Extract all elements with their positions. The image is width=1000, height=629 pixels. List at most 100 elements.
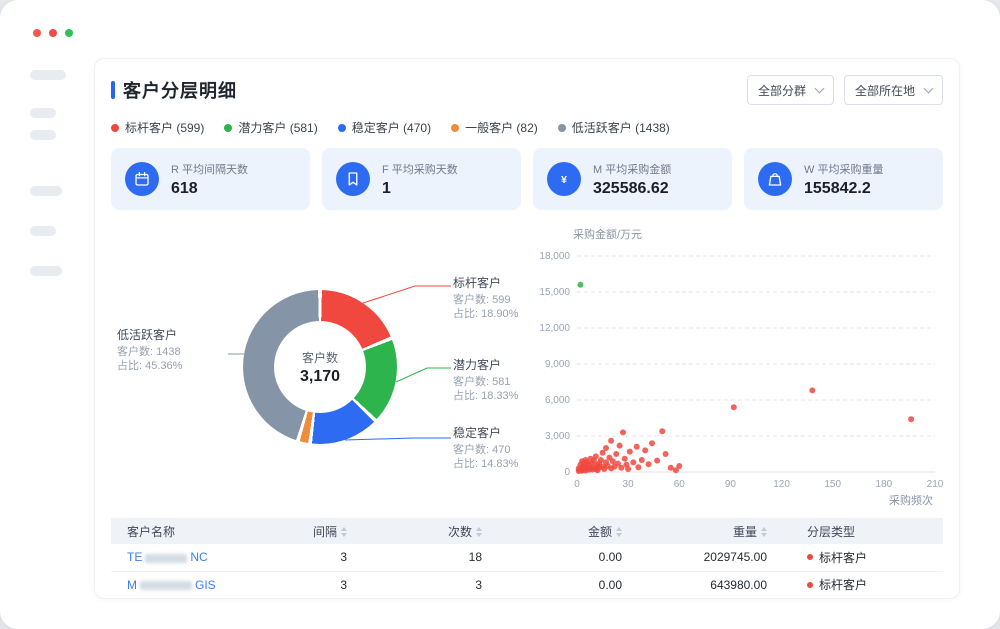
close-window-icon[interactable]: [33, 29, 41, 37]
callout-ratio: 占比: 18.90%: [453, 308, 518, 322]
callout-title: 标杆客户: [453, 274, 518, 291]
scatter-chart: 采购金额/万元 03,0006,0009,00012,00015,00018,0…: [547, 224, 959, 512]
donut-center-value: 3,170: [300, 368, 340, 386]
svg-text:¥: ¥: [561, 174, 567, 186]
kpi-value: 325586.62: [593, 180, 671, 198]
svg-text:90: 90: [725, 479, 737, 490]
customer-table: 客户名称 间隔 次数 金额 重量 分层类型: [111, 518, 943, 599]
column-header-name: 客户名称: [111, 518, 251, 544]
sidebar-skeleton-bar: [30, 130, 56, 140]
charts-section: 客户数 3,170 标杆客户 客户数: 599 占比: 18.90% 潜力客户 …: [95, 224, 959, 512]
app-window: 客户分层明细 全部分群 全部所在地 标杆客户 (599) 潜力客户 (: [0, 0, 1000, 629]
legend-label: 潜力客户 (581): [238, 119, 317, 136]
cell-type: 标杆客户: [791, 544, 943, 571]
svg-text:6,000: 6,000: [545, 395, 570, 406]
page-title: 客户分层明细: [123, 77, 237, 103]
legend-label: 稳定客户 (470): [352, 119, 431, 136]
money-icon: ¥: [547, 162, 581, 196]
legend-item-wending[interactable]: 稳定客户 (470): [338, 119, 431, 136]
sort-icon[interactable]: [476, 527, 482, 537]
kpi-card-weight: W 平均采购重量 155842.2: [744, 148, 943, 210]
table-row[interactable]: TENC 3 18 0.00 2029745.00 标杆客户: [111, 544, 943, 571]
legend-dot-icon: [451, 124, 459, 132]
callout-dihuoyue: 低活跃客户 客户数: 1438 占比: 45.36%: [117, 326, 182, 374]
svg-text:120: 120: [773, 479, 790, 490]
window-controls: [33, 29, 73, 37]
kpi-label: R 平均间隔天数: [171, 161, 248, 177]
callout-title: 稳定客户: [453, 424, 518, 441]
svg-text:9,000: 9,000: [545, 359, 570, 370]
callout-ratio: 占比: 18.33%: [453, 390, 518, 404]
donut-ring[interactable]: 客户数 3,170: [243, 290, 397, 444]
weight-icon: [758, 162, 792, 196]
customer-link[interactable]: MGIS: [127, 578, 216, 592]
legend-item-biaogan[interactable]: 标杆客户 (599): [111, 119, 204, 136]
y-axis-title: 采购金额/万元: [573, 224, 959, 242]
svg-text:210: 210: [927, 479, 944, 490]
maximize-window-icon[interactable]: [65, 29, 73, 37]
legend-item-dihuoyue[interactable]: 低活跃客户 (1438): [558, 119, 670, 136]
type-dot-icon: [807, 582, 813, 588]
svg-text:15,000: 15,000: [539, 287, 570, 298]
sort-icon[interactable]: [616, 527, 622, 537]
callout-ratio: 占比: 45.36%: [117, 360, 182, 374]
legend-item-qianli[interactable]: 潜力客户 (581): [224, 119, 317, 136]
svg-text:150: 150: [824, 479, 841, 490]
sidebar-skeleton-bar: [30, 266, 62, 276]
column-header-times[interactable]: 次数: [371, 518, 506, 544]
column-header-interval[interactable]: 间隔: [251, 518, 371, 544]
kpi-card-interval: R 平均间隔天数 618: [111, 148, 310, 210]
title-accent-bar: [111, 81, 115, 99]
sort-icon[interactable]: [761, 527, 767, 537]
sort-icon[interactable]: [341, 527, 347, 537]
svg-text:0: 0: [574, 479, 580, 490]
type-dot-icon: [807, 554, 813, 560]
svg-text:30: 30: [623, 479, 635, 490]
cell-amount: 0.00: [506, 571, 646, 598]
column-header-weight[interactable]: 重量: [646, 518, 791, 544]
cell-type: 标杆客户: [791, 571, 943, 598]
callout-title: 低活跃客户: [117, 326, 182, 343]
customer-segmentation-panel: 客户分层明细 全部分群 全部所在地 标杆客户 (599) 潜力客户 (: [94, 58, 960, 599]
donut-chart: 客户数 3,170 标杆客户 客户数: 599 占比: 18.90% 潜力客户 …: [95, 238, 540, 508]
legend-label: 标杆客户 (599): [125, 119, 204, 136]
callout-biaogan: 标杆客户 客户数: 599 占比: 18.90%: [453, 274, 518, 322]
legend-item-yiban[interactable]: 一般客户 (82): [451, 119, 538, 136]
column-header-type: 分层类型: [791, 518, 943, 544]
svg-text:180: 180: [876, 479, 893, 490]
callout-ratio: 占比: 14.83%: [453, 458, 518, 472]
scatter-plot[interactable]: 03,0006,0009,00012,00015,00018,000030609…: [547, 242, 955, 504]
filters: 全部分群 全部所在地: [747, 75, 943, 105]
kpi-text: M 平均采购金额 325586.62: [593, 161, 671, 198]
svg-text:60: 60: [674, 479, 686, 490]
callout-count: 客户数: 470: [453, 444, 518, 458]
bookmark-icon: [336, 162, 370, 196]
legend-dot-icon: [338, 124, 346, 132]
svg-text:3,000: 3,000: [545, 431, 570, 442]
cell-weight: 2029745.00: [646, 544, 791, 571]
callout-count: 客户数: 1438: [117, 346, 182, 360]
sidebar-skeleton-bar: [30, 186, 62, 196]
cell-amount: 0.00: [506, 544, 646, 571]
cell-interval: 3: [251, 544, 371, 571]
kpi-text: R 平均间隔天数 618: [171, 161, 248, 198]
cell-times: 3: [371, 571, 506, 598]
table-row[interactable]: MGIS 3 3 0.00 643980.00 标杆客户: [111, 571, 943, 598]
cell-times: 18: [371, 544, 506, 571]
title-wrap: 客户分层明细: [111, 77, 237, 103]
legend-dot-icon: [558, 124, 566, 132]
minimize-window-icon[interactable]: [49, 29, 57, 37]
segment-filter-select[interactable]: 全部分群: [747, 75, 834, 105]
kpi-text: F 平均采购天数 1: [382, 161, 458, 198]
sidebar-skeleton-bar: [30, 108, 56, 118]
select-value: 全部分群: [758, 82, 806, 99]
donut-center: 客户数 3,170: [274, 321, 366, 413]
svg-text:18,000: 18,000: [539, 251, 570, 262]
table-header-row: 客户名称 间隔 次数 金额 重量 分层类型: [111, 518, 943, 544]
column-header-amount[interactable]: 金额: [506, 518, 646, 544]
location-filter-select[interactable]: 全部所在地: [844, 75, 943, 105]
kpi-card-days: F 平均采购天数 1: [322, 148, 521, 210]
calendar-icon: [125, 162, 159, 196]
customer-link[interactable]: TENC: [127, 550, 208, 564]
kpi-value: 155842.2: [804, 180, 883, 198]
